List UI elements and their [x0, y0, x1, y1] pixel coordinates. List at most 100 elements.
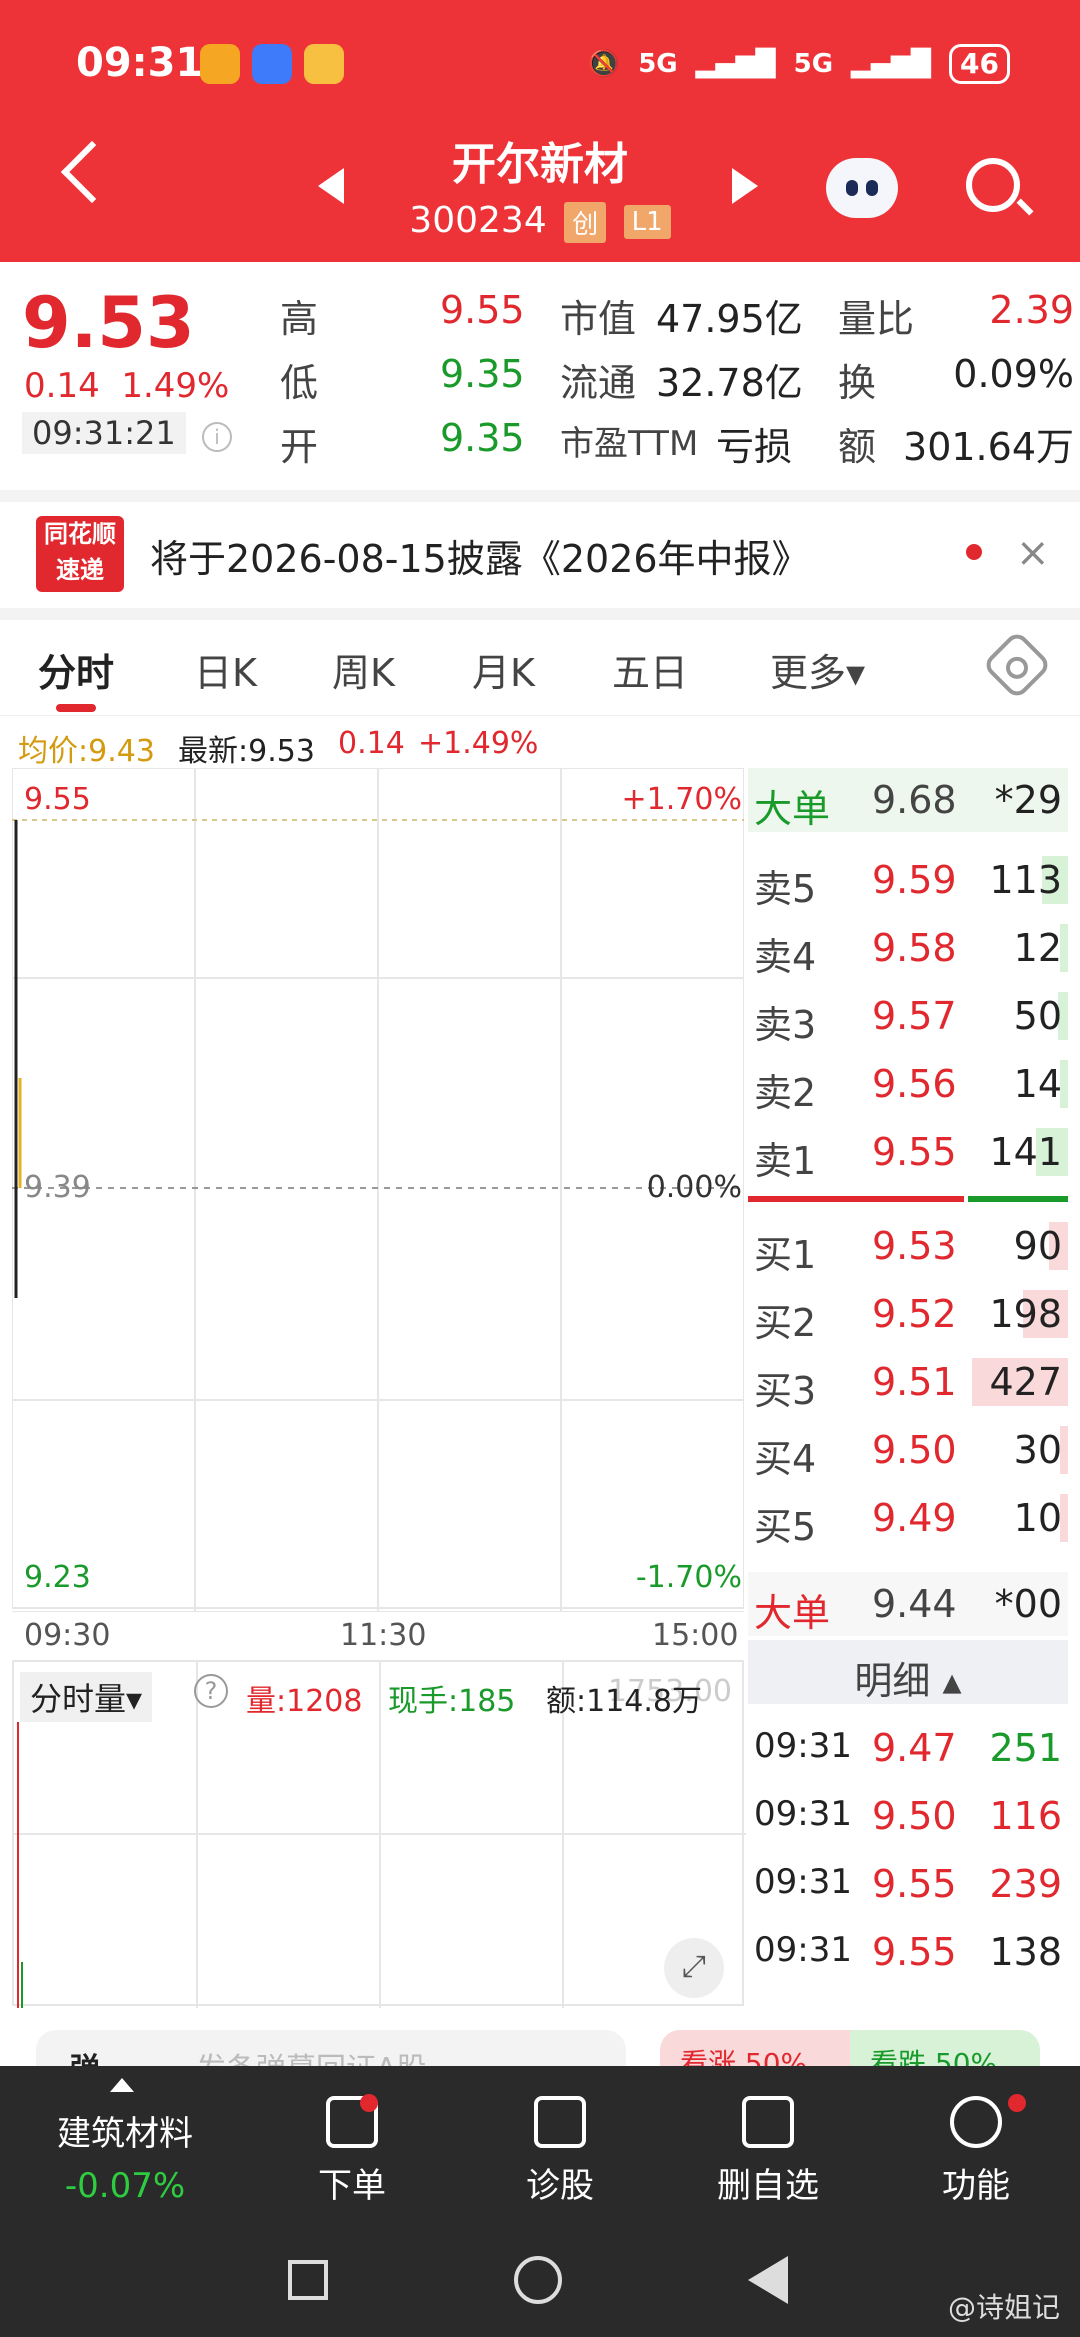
tab-intraday[interactable]: 分时 — [38, 642, 114, 697]
tab-more[interactable]: 更多▾ — [770, 642, 865, 697]
turnover-value: 0.09% — [953, 352, 1074, 396]
tick-row[interactable]: 09:31 9.50 116 — [748, 1784, 1068, 1848]
stock-code: 300234 — [409, 200, 547, 241]
pct-label-bot: -1.70% — [635, 1560, 742, 1595]
home-icon[interactable] — [514, 2256, 562, 2304]
level-name: 09:31 — [754, 1862, 852, 1902]
level-name: 卖3 — [754, 1003, 817, 1047]
tab-five-day[interactable]: 五日 — [612, 642, 688, 697]
chart-grid — [12, 768, 744, 1612]
level-volume: 141 — [989, 1130, 1062, 1174]
diagnose-icon — [534, 2096, 586, 2148]
status-time: 09:31 — [76, 40, 204, 86]
ratio-value: 2.39 — [989, 288, 1074, 332]
x-label-end: 15:00 — [652, 1618, 739, 1653]
chart-tabs: 分时 日K 周K 月K 五日 更多▾ — [0, 620, 1080, 716]
sector-name[interactable]: 建筑材料 — [20, 2106, 230, 2155]
level-name: 买5 — [754, 1505, 817, 1549]
fullscreen-icon[interactable]: ⤢ — [664, 1938, 724, 1998]
ask-row[interactable]: 卖2 9.56 14 — [748, 1052, 1068, 1116]
sector-change: -0.07% — [64, 2166, 186, 2206]
current-price: 9.53 — [22, 282, 195, 364]
level-price: 9.56 — [872, 1062, 957, 1106]
signal-icon-2: ▂▄▆█ — [851, 49, 932, 79]
ask-row[interactable]: 卖1 9.55 141 — [748, 1120, 1068, 1184]
level-price: 9.55 — [872, 1130, 957, 1174]
barrage-input[interactable]: 弹 发条弹幕回证A股 — [36, 2030, 626, 2070]
price-change: 0.14 1.49% — [24, 366, 230, 406]
x-label-start: 09:30 — [24, 1618, 111, 1653]
tab-daily-k[interactable]: 日K — [194, 642, 257, 697]
tick-row[interactable]: 09:31 9.47 251 — [748, 1716, 1068, 1780]
notice-banner[interactable]: 同花顺 速递 将于2026-08-15披露《2026年中报》 — [0, 500, 1080, 608]
level-volume: 116 — [989, 1794, 1062, 1838]
info-icon[interactable]: i — [202, 422, 232, 452]
pct-label-mid: 0.00% — [646, 1170, 742, 1205]
vol-selector[interactable]: 分时量▾ — [20, 1672, 153, 1722]
function-button[interactable]: 功能 — [896, 2096, 1056, 2207]
assistant-robot-icon[interactable] — [826, 158, 898, 218]
open-label: 开 — [280, 425, 319, 469]
tick-row[interactable]: 09:31 9.55 138 — [748, 1920, 1068, 1984]
level-volume: 10 — [1013, 1496, 1062, 1540]
system-back-icon[interactable] — [748, 2256, 788, 2304]
function-icon — [950, 2096, 1002, 2148]
ratio-label: 量比 — [838, 297, 915, 341]
level-price: 9.50 — [872, 1428, 957, 1472]
bid-row[interactable]: 买1 9.53 90 — [748, 1214, 1068, 1278]
amount-label: 额 — [838, 425, 877, 469]
notice-text: 将于2026-08-15披露《2026年中报》 — [150, 537, 810, 581]
sentiment-bar[interactable]: 看涨 50% 看跌 50% — [660, 2030, 1040, 2070]
high-label: 高 — [280, 297, 319, 341]
search-icon[interactable] — [966, 158, 1020, 212]
float-label: 流通 — [560, 361, 637, 405]
amount-value: 301.64万 — [903, 425, 1074, 469]
tick-row[interactable]: 09:31 9.55 239 — [748, 1852, 1068, 1916]
quote-time: 09:31:21 — [22, 412, 186, 454]
ask-bid-split-green — [968, 1196, 1068, 1202]
board-tag: 创 — [564, 201, 607, 243]
recents-icon[interactable] — [288, 2260, 328, 2300]
ask-row[interactable]: 卖4 9.58 12 — [748, 916, 1068, 980]
mute-icon: 🔕 — [587, 49, 621, 79]
level-price: 9.50 — [872, 1794, 957, 1838]
diagnose-button[interactable]: 诊股 — [480, 2096, 640, 2207]
bid-row[interactable]: 买3 9.51 427 — [748, 1350, 1068, 1414]
pct-label-top: +1.70% — [621, 782, 742, 817]
x-label-mid: 11:30 — [340, 1618, 427, 1653]
ask-row[interactable]: 卖5 9.59 113 — [748, 848, 1068, 912]
vol-amount: 额:114.8万 — [546, 1684, 702, 1719]
tab-monthly-k[interactable]: 月K — [472, 642, 535, 697]
low-value: 9.35 — [440, 352, 525, 396]
next-stock-icon[interactable] — [732, 168, 758, 204]
order-button[interactable]: 下单 — [272, 2096, 432, 2207]
big-order-bottom: 大单 9.44 *00 — [748, 1572, 1068, 1636]
bid-row[interactable]: 买5 9.49 10 — [748, 1486, 1068, 1550]
ask-row[interactable]: 卖3 9.57 50 — [748, 984, 1068, 1048]
close-icon[interactable]: × — [1016, 530, 1050, 576]
detail-header[interactable]: 明细 ▴ — [748, 1640, 1068, 1704]
turnover-label: 换 — [838, 361, 877, 405]
volume-chart[interactable]: 1753.00 分时量▾ ? 量:1208 现手:185 额:114.8万 ⤢ — [12, 1660, 746, 2008]
level-name: 卖2 — [754, 1071, 817, 1115]
high-value: 9.55 — [440, 288, 525, 332]
level-name: 买1 — [754, 1233, 817, 1277]
caret-up-icon — [110, 2078, 134, 2092]
app-header: 09:31 🔕 5G ▂▄▆█ 5G ▂▄▆█ 46 开尔新材 300234 创… — [0, 0, 1080, 262]
intraday-chart[interactable]: 9.55 +1.70% 9.39 0.00% 9.23 -1.70% — [12, 768, 744, 1612]
level-price: 9.51 — [872, 1360, 957, 1404]
level-volume: 427 — [989, 1360, 1062, 1404]
level-volume: 90 — [1013, 1224, 1062, 1268]
y-label-mid: 9.39 — [24, 1170, 91, 1205]
status-bar: 09:31 🔕 5G ▂▄▆█ 5G ▂▄▆█ 46 — [0, 0, 1080, 130]
remove-watchlist-button[interactable]: 删自选 — [688, 2096, 848, 2207]
help-icon[interactable]: ? — [194, 1674, 228, 1708]
bid-row[interactable]: 买2 9.52 198 — [748, 1282, 1068, 1346]
pe-label: 市盈TTM — [560, 424, 699, 464]
level-volume: 138 — [989, 1930, 1062, 1974]
level-volume: 251 — [989, 1726, 1062, 1770]
tab-weekly-k[interactable]: 周K — [332, 642, 395, 697]
y-label-bot: 9.23 — [24, 1560, 91, 1595]
bid-row[interactable]: 买4 9.50 30 — [748, 1418, 1068, 1482]
level-name: 09:31 — [754, 1794, 852, 1834]
